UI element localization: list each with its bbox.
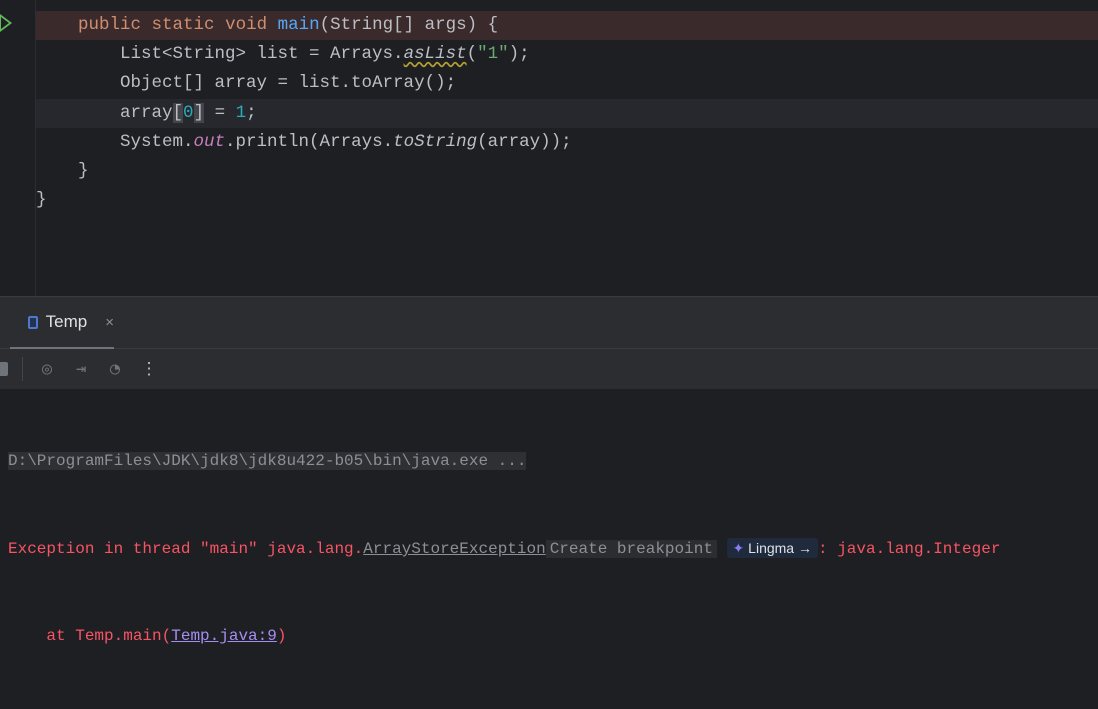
exception-suffix: : java.lang.Integer: [817, 540, 1001, 558]
stop-icon[interactable]: [0, 362, 8, 376]
gauge-icon[interactable]: ◔: [105, 359, 125, 379]
create-breakpoint-button[interactable]: Create breakpoint: [545, 540, 717, 558]
console-line-exception: Exception in thread "main" java.lang.Arr…: [8, 534, 1098, 564]
console-line-command: D:\ProgramFiles\JDK\jdk8\jdk8u422-b05\bi…: [8, 447, 1098, 476]
code-line-7: }: [36, 190, 47, 210]
run-toolbar: ◎ ⇥ ◔ ⋮: [0, 349, 1098, 389]
arrow-icon: →: [797, 540, 812, 556]
code-editor[interactable]: public static void main(String[] args) {…: [0, 0, 1098, 296]
code-line-2: List<String> list = Arrays.asList("1");: [120, 44, 530, 64]
camera-icon[interactable]: ◎: [37, 359, 57, 379]
code-line-1: public static void main(String[] args) {: [36, 11, 1098, 40]
console-output[interactable]: D:\ProgramFiles\JDK\jdk8\jdk8u422-b05\bi…: [0, 389, 1098, 709]
code-line-5: System.out.println(Arrays.toString(array…: [120, 132, 572, 152]
exception-text: Exception in thread "main" java.lang.: [8, 540, 364, 558]
run-tab-bar: Temp ×: [0, 297, 1098, 349]
code-line-3: Object[] array = list.toArray();: [120, 73, 457, 93]
command-text: D:\ProgramFiles\JDK\jdk8\jdk8u422-b05\bi…: [8, 452, 527, 470]
close-icon[interactable]: ×: [105, 314, 114, 331]
import-icon[interactable]: ⇥: [71, 359, 91, 379]
console-icon: [28, 315, 38, 329]
run-icon[interactable]: [0, 14, 12, 32]
exception-class-link[interactable]: ArrayStoreException: [363, 540, 545, 558]
tab-label: Temp: [45, 312, 88, 331]
tab-temp[interactable]: Temp ×: [10, 297, 114, 349]
run-panel: Temp × ◎ ⇥ ◔ ⋮ D:\ProgramFiles\JDK\jdk8\…: [0, 296, 1098, 645]
stack-suffix: ): [276, 627, 287, 645]
lingma-icon: ✦: [732, 540, 745, 556]
toolbar-separator: [22, 357, 23, 381]
stack-prefix: at Temp.main(: [8, 627, 172, 645]
console-line-stack: at Temp.main(Temp.java:9): [8, 622, 1098, 651]
code-line-4: array[0] = 1;: [36, 99, 1098, 128]
more-icon[interactable]: ⋮: [139, 359, 159, 379]
lingma-button[interactable]: ✦ Lingma →: [726, 538, 818, 558]
code-line-6: }: [78, 161, 89, 181]
stack-link[interactable]: Temp.java:9: [171, 627, 277, 645]
